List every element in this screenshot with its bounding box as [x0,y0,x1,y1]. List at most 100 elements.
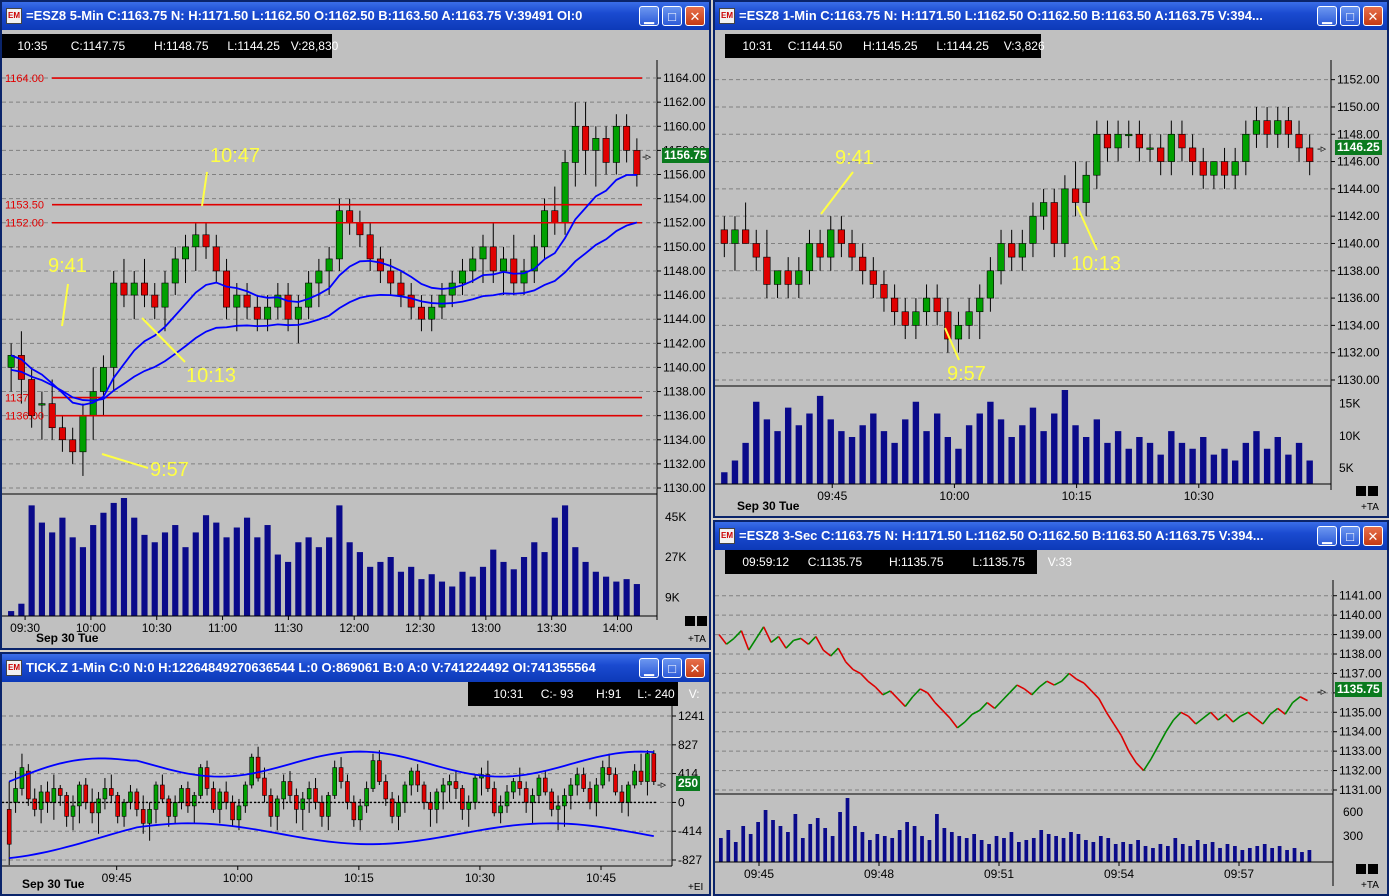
close-button[interactable]: ✕ [1363,526,1383,546]
y-tick-label: 1132.00 [1337,346,1380,360]
chart-window-esz8-5min[interactable]: EM =ESZ8 5-Min C:1163.75 N: H:1171.50 L:… [0,0,711,650]
pane-toggle-button[interactable] [1356,486,1366,496]
candle [489,246,497,272]
candle [1306,147,1314,162]
candle [294,306,302,320]
minimize-button[interactable]: ▁ [1317,6,1337,26]
candle [632,770,637,786]
candle [742,229,750,244]
pane-toggle-button[interactable] [697,616,707,626]
volume-bar [774,431,781,484]
candle [376,258,384,272]
close-button[interactable]: ✕ [685,6,705,26]
title-bar[interactable]: EM =ESZ8 1-Min C:1163.75 N: H:1171.50 L:… [715,2,1387,30]
chart-area[interactable]: 1131.001132.001133.001134.001135.001136.… [715,550,1387,894]
candle [109,788,114,796]
y-tick-label: 1131.00 [1339,783,1382,797]
candle [954,325,963,340]
volume-bar [603,576,610,616]
maximize-button[interactable]: □ [662,658,682,678]
candle [326,795,331,817]
minimize-button[interactable]: ▁ [1317,526,1337,546]
chart-area[interactable]: 1130.00 1132.00 1134.00 1136.00 1138.00 1140.… [715,30,1387,516]
date-label: Sep 30 Tue [36,631,99,645]
info-close: C:- 93 [540,687,574,701]
volume-bar [753,401,760,484]
y-tick-label: 1140.00 [663,360,706,374]
candle [387,270,395,284]
volume-bar [987,844,991,862]
info-high: H:91 [596,687,622,701]
chart-window-tick-1min[interactable]: EM TICK.Z 1-Min C:0 N:0 H:12264849270636… [0,652,711,896]
candle [500,258,507,272]
candle [619,791,625,803]
pane-toggle-button[interactable] [1356,864,1366,874]
x-tick-label: 10:30 [1184,489,1214,503]
chart-area[interactable]: 1130.00 1132.00 1134.00 1136.00 1138.00 1140.… [2,30,709,648]
volume-bar [1024,840,1029,862]
candle [223,270,231,308]
minimize-button[interactable]: ▁ [639,6,659,26]
chart-window-esz8-1min[interactable]: EM =ESZ8 1-Min C:1163.75 N: H:1171.50 L:… [713,0,1389,518]
candle [1071,188,1080,203]
maximize-button[interactable]: □ [1340,526,1360,546]
maximize-button[interactable]: □ [662,6,682,26]
chart-panel[interactable]: 1130.00 1132.00 1134.00 1136.00 1138.00 1140.… [2,30,709,648]
candle [153,784,159,810]
candle [1146,147,1154,150]
candle [428,802,433,810]
chart-window-esz8-3sec[interactable]: EM =ESZ8 3-Sec C:1163.75 N: H:1171.50 L:… [713,520,1389,896]
chart-panel[interactable]: 1131.001132.001133.001134.001135.001136.… [715,550,1387,894]
volume-bar [965,425,973,484]
chart-background [715,550,1387,894]
candle [356,222,364,236]
candle [1135,133,1143,149]
candle [827,229,835,258]
volume-bar [202,515,210,616]
price-level-label: 1137 [5,393,29,405]
volume-bar [1292,848,1297,862]
chart-panel[interactable]: -827 -414 0 414 827 1241 09:45 10:00 10:15 10:30 1… [2,682,709,894]
candle [38,791,44,810]
volume-bar [449,586,456,616]
date-label: Sep 30 Tue [737,499,800,513]
close-button[interactable]: ✕ [1363,6,1383,26]
pane-toggle-button[interactable] [1368,864,1378,874]
pane-toggle-button[interactable] [685,616,695,626]
close-button[interactable]: ✕ [685,658,705,678]
candle [543,777,548,793]
candle [262,777,267,796]
chart-panel[interactable]: 1130.00 1132.00 1134.00 1136.00 1138.00 1140.… [715,30,1387,516]
volume-bar [90,525,97,616]
volume-bar [1072,425,1079,484]
volume-bar [870,413,877,484]
volume-bar [1158,844,1163,862]
title-bar[interactable]: EM TICK.Z 1-Min C:0 N:0 H:12264849270636… [2,654,709,682]
candle [64,795,69,817]
volume-bar [397,571,405,616]
volume-bar [868,840,872,862]
maximize-button[interactable]: □ [1340,6,1360,26]
candle [51,788,57,803]
minimize-button[interactable]: ▁ [639,658,659,678]
time-annotation: 9:41 [48,255,87,277]
volume-tick-label: 45K [665,510,686,524]
info-high: H:1135.75 [889,555,944,569]
candle [976,297,984,313]
volume-bar [1069,832,1073,862]
candle [281,781,286,800]
volume-bar [274,554,281,616]
volume-bar [233,527,240,616]
candle [1103,133,1112,149]
volume-bar [897,830,902,862]
title-bar[interactable]: EM =ESZ8 5-Min C:1163.75 N: H:1171.50 L:… [2,2,709,30]
chart-area[interactable]: -827-4140414827124109:45 10:00 10:15 10:30 1… [2,682,709,894]
volume-bar [987,401,994,484]
candle [1284,120,1292,135]
title-bar[interactable]: EM =ESZ8 3-Sec C:1163.75 N: H:1171.50 L:… [715,522,1387,550]
volume-bar [110,502,117,616]
x-tick-label: 10:30 [142,621,172,635]
pane-toggle-button[interactable] [1368,486,1378,496]
volume-bar [315,547,322,616]
candle [1295,133,1303,149]
